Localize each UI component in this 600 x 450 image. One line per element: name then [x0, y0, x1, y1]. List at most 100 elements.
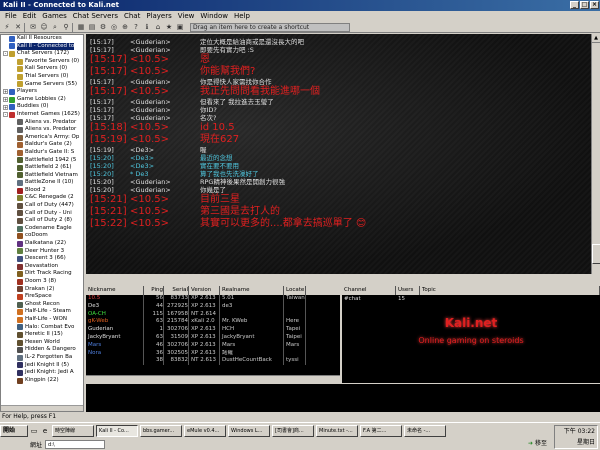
tree-item[interactable]: Descent 3 (66) — [1, 255, 83, 263]
tree-item[interactable]: Aliens vs. Predator — [1, 119, 83, 127]
user-list-scrollbar[interactable] — [86, 375, 340, 383]
expand-toggle-icon[interactable] — [11, 219, 16, 224]
expand-toggle-icon[interactable]: + — [3, 104, 8, 110]
expand-toggle-icon[interactable] — [11, 249, 16, 254]
chat-nick[interactable]: <De3> — [130, 154, 200, 162]
user-row[interactable]: gK-Web 63 215784 xKali 2.0 Mr. KWeb Here — [86, 318, 340, 327]
taskbar-task[interactable]: 時空陣線 — [52, 425, 94, 437]
tree-item[interactable]: Battlefield 1942 (5 — [1, 157, 83, 165]
expand-toggle-icon[interactable]: + — [3, 89, 8, 95]
chat-nick[interactable]: <Guderian> — [130, 186, 200, 194]
web-icon[interactable]: ⊕ — [120, 23, 130, 32]
tree-item[interactable]: + Game Lobbies (2) — [1, 96, 83, 104]
chat-nick[interactable]: * De3 — [130, 170, 200, 178]
tree-item[interactable]: Call of Duty 2 (8) — [1, 217, 83, 225]
tree-item[interactable]: America's Army: Op — [1, 134, 83, 142]
expand-toggle-icon[interactable]: - — [3, 51, 8, 57]
tree-item[interactable]: Game Servers (55) — [1, 81, 83, 89]
tree-item[interactable]: Kali Servers (0) — [1, 65, 83, 73]
chat-nick[interactable]: <Guderian> — [130, 178, 200, 186]
minimize-button[interactable]: _ — [570, 1, 579, 9]
tree-item[interactable]: Jedi Knight II (5) — [1, 362, 83, 370]
tree-item[interactable]: Devastation — [1, 263, 83, 271]
expand-toggle-icon[interactable] — [11, 59, 16, 64]
taskbar-task[interactable]: Minute.txt -... — [316, 425, 358, 437]
horizontal-scrollbar[interactable] — [1, 405, 83, 411]
menu-file[interactable]: File — [2, 11, 20, 22]
menu-view[interactable]: View — [175, 11, 198, 22]
expand-toggle-icon[interactable] — [11, 82, 16, 87]
expand-toggle-icon[interactable] — [11, 181, 16, 186]
expand-toggle-icon[interactable] — [11, 158, 16, 163]
tree-item[interactable]: Trial Servers (0) — [1, 73, 83, 81]
taskbar-task[interactable]: Windows L... — [228, 425, 270, 437]
expand-toggle-icon[interactable] — [11, 294, 16, 299]
chat-nick[interactable]: <Guderian> — [130, 78, 200, 86]
expand-toggle-icon[interactable] — [11, 264, 16, 269]
user-row[interactable]: Guderian 1 302706 XP 2.613 HCH Tapei — [86, 326, 340, 334]
bookmark-icon[interactable]: ★ — [164, 23, 174, 32]
column-header-locate[interactable]: Locate — [284, 286, 306, 295]
expand-toggle-icon[interactable] — [11, 325, 16, 330]
chat-nick[interactable]: <Guderian> — [130, 106, 200, 114]
chat-nick[interactable]: <Guderian> — [130, 38, 200, 46]
tree-item[interactable]: Battlefield Vietnam — [1, 172, 83, 180]
expand-toggle-icon[interactable] — [11, 363, 16, 368]
chat-nick[interactable]: <10.5> — [130, 122, 200, 134]
scroll-up-arrow[interactable]: ▲ — [592, 34, 600, 43]
tree-item[interactable]: Call of Duty - Uni — [1, 210, 83, 218]
chat-nick[interactable]: <10.5> — [130, 86, 200, 98]
go-button[interactable]: ➜ 移至 — [528, 439, 552, 449]
tree-item[interactable]: coDoom — [1, 232, 83, 240]
tree-item[interactable]: Deer Hunter 3 — [1, 248, 83, 256]
clock-time[interactable]: 下午 03:22 — [555, 426, 595, 437]
tree-item[interactable]: Dirt Track Racing — [1, 270, 83, 278]
tree-item[interactable]: Blood 2 — [1, 187, 83, 195]
players-icon[interactable]: ☺ — [39, 23, 49, 32]
chat-nick[interactable]: <10.5> — [130, 54, 200, 66]
menu-players[interactable]: Players — [143, 11, 174, 22]
user-row[interactable]: Mars 46 302706 XP 2.613 Mars Mars — [86, 341, 340, 350]
tree-item[interactable]: Hexen World — [1, 339, 83, 347]
channel-list[interactable]: Channel Users Topic #chat 15 Kali.net Onlin… — [342, 286, 600, 383]
expand-toggle-icon[interactable] — [11, 143, 16, 148]
tree-item[interactable]: Half-Life - Steam — [1, 308, 83, 316]
expand-toggle-icon[interactable] — [11, 287, 16, 292]
expand-toggle-icon[interactable] — [11, 127, 16, 132]
user-list[interactable]: Nickname Ping Serial Version Realname Locate … — [86, 286, 340, 375]
info-icon[interactable]: ℹ — [142, 23, 152, 32]
chat-nick[interactable]: <10.5> — [130, 66, 200, 78]
close-button[interactable]: × — [590, 1, 599, 9]
expand-toggle-icon[interactable]: - — [3, 112, 8, 118]
taskbar-task[interactable]: 未命名 -... — [404, 425, 446, 437]
options-icon[interactable]: ⚙ — [98, 23, 108, 32]
browser-icon[interactable]: e — [40, 426, 50, 436]
chat-nick[interactable]: <Guderian> — [130, 98, 200, 106]
tree-item[interactable]: IL-2 Forgotten Ba — [1, 354, 83, 362]
connect-icon[interactable]: ⚡ — [2, 23, 12, 32]
shortcut-bar[interactable]: Drag an item here to create a shortcut — [190, 22, 350, 32]
chat-nick[interactable]: <Guderian> — [130, 114, 200, 122]
address-input[interactable]: d:\ — [45, 439, 106, 449]
user-row[interactable]: OA-CH 115 167958 NT 2.614 — [86, 310, 340, 319]
taskbar-task[interactable]: Kali II - Co... — [96, 425, 138, 437]
column-header-version[interactable]: Version — [189, 286, 220, 295]
expand-toggle-icon[interactable] — [11, 257, 16, 262]
expand-toggle-icon[interactable] — [11, 196, 16, 201]
column-header-realname[interactable]: Realname — [220, 286, 284, 295]
chat-icon[interactable]: ✉ — [28, 23, 38, 32]
tree-item[interactable]: Kali II - Connected to — [1, 42, 83, 51]
tree-item[interactable]: Kali II Resources — [1, 35, 83, 43]
home-icon[interactable]: ⌂ — [153, 23, 163, 32]
expand-toggle-icon[interactable] — [11, 67, 16, 72]
menu-window[interactable]: Window — [197, 11, 231, 22]
expand-toggle-icon[interactable] — [11, 310, 16, 315]
chat-nick[interactable]: <De3> — [130, 146, 200, 154]
column-header-ping[interactable]: Ping — [144, 286, 164, 295]
tree-item[interactable]: Kingpin (22) — [1, 377, 83, 385]
tree-item[interactable]: Heretic II (15) — [1, 331, 83, 339]
expand-toggle-icon[interactable] — [11, 165, 16, 170]
expand-toggle-icon[interactable] — [11, 135, 16, 140]
chat-nick[interactable]: <Guderian> — [130, 46, 200, 54]
tree-item[interactable]: FireSpace — [1, 293, 83, 301]
